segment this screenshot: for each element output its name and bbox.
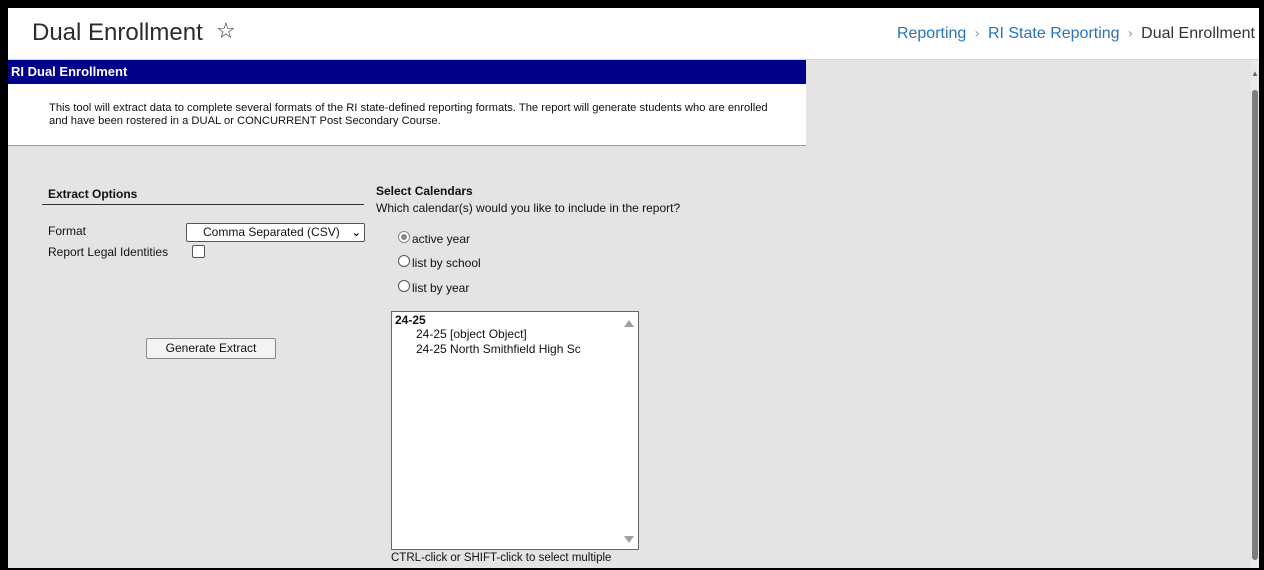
breadcrumb-ri-state-reporting[interactable]: RI State Reporting <box>988 25 1120 42</box>
breadcrumb-separator-icon: › <box>1127 26 1134 42</box>
radio-button[interactable] <box>398 280 410 292</box>
page-scrollbar-thumb[interactable] <box>1252 90 1258 560</box>
page-title: Dual Enrollment <box>32 19 203 46</box>
extract-options-divider <box>42 204 364 205</box>
report-panel: RI Dual Enrollment This tool will extrac… <box>8 60 806 568</box>
chevron-down-icon: ⌄ <box>351 226 361 239</box>
listbox-item[interactable]: 24-25 [object Object] <box>416 327 527 341</box>
radio-button[interactable] <box>398 255 410 267</box>
description-box: This tool will extract data to complete … <box>8 84 806 146</box>
listbox-scroll-down-icon[interactable] <box>624 536 634 543</box>
radio-label: list by school <box>412 256 481 270</box>
generate-extract-button[interactable]: Generate Extract <box>146 338 276 359</box>
section-title: RI Dual Enrollment <box>8 60 806 84</box>
format-select-value: Comma Separated (CSV) <box>203 225 340 239</box>
radio-label: active year <box>412 232 471 246</box>
app-frame: Dual Enrollment ☆ Reporting › RI State Rep… <box>8 8 1259 568</box>
listbox-scroll-up-icon[interactable] <box>624 320 634 327</box>
scroll-up-arrow-icon[interactable]: ▲ <box>1251 68 1259 80</box>
select-calendars-title: Select Calendars <box>376 184 473 198</box>
radio-button[interactable] <box>398 231 410 243</box>
format-label: Format <box>48 224 87 238</box>
legal-identities-checkbox[interactable] <box>192 245 205 258</box>
side-area <box>806 60 1259 568</box>
listbox-group-header: 24-25 <box>395 313 426 327</box>
extract-options-title: Extract Options <box>48 187 138 201</box>
breadcrumb-separator-icon: › <box>974 26 980 42</box>
description-text: This tool will extract data to complete … <box>49 102 768 127</box>
calendar-question: Which calendar(s) would you like to incl… <box>376 201 681 215</box>
radio-label: list by year <box>412 281 470 295</box>
listbox-item[interactable]: 24-25 North Smithfield High Sc <box>416 342 581 356</box>
breadcrumb-current: Dual Enrollment <box>1141 25 1255 42</box>
calendar-listbox[interactable]: 24-25 24-25 [object Object] 24-25 North … <box>391 311 639 550</box>
legal-identities-label: Report Legal Identities <box>48 245 169 259</box>
breadcrumb-reporting[interactable]: Reporting <box>897 25 966 42</box>
favorite-star-icon[interactable]: ☆ <box>216 19 236 44</box>
format-select[interactable]: Comma Separated (CSV) ⌄ <box>186 223 365 242</box>
breadcrumb: Reporting › RI State Reporting › Dual Enroll… <box>897 25 1255 43</box>
multiselect-hint: CTRL-click or SHIFT-click to select mult… <box>391 552 612 564</box>
page-header: Dual Enrollment ☆ Reporting › RI State Rep… <box>8 8 1259 60</box>
